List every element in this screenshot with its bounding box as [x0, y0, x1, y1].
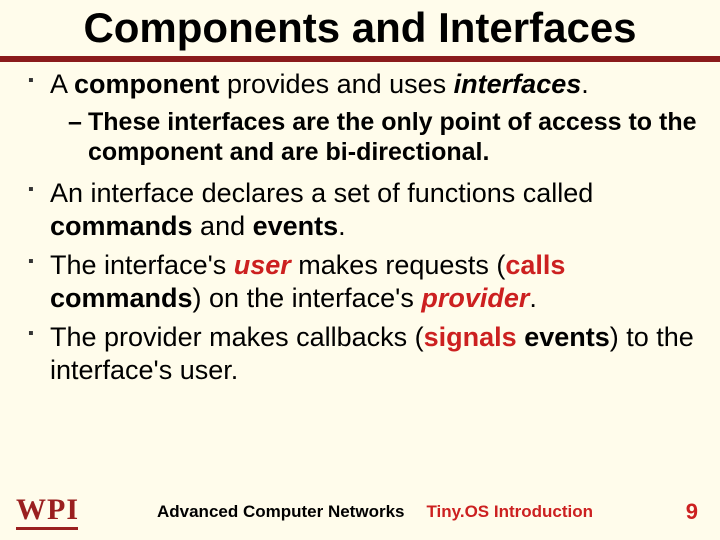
text: .: [338, 211, 346, 241]
text: The provider makes callbacks (: [50, 322, 424, 352]
kw-events: events: [253, 211, 339, 241]
text: ) on the interface's: [193, 283, 422, 313]
slide-title: Components and Interfaces: [0, 4, 720, 54]
sub-bullet-1: These interfaces are the only point of a…: [68, 107, 698, 167]
logo-p: P: [47, 495, 65, 525]
text: The interface's: [50, 250, 234, 280]
slide-body: A component provides and uses interfaces…: [0, 68, 720, 387]
text: .: [581, 69, 589, 99]
bullet-4: The provider makes callbacks (signals ev…: [22, 321, 698, 387]
bullet-1: A component provides and uses interfaces…: [22, 68, 698, 167]
text: A: [50, 69, 74, 99]
kw-commands-2: commands: [50, 283, 193, 313]
kw-events-2: events: [524, 322, 610, 352]
text: provides and uses: [220, 69, 454, 99]
logo-w: W: [16, 495, 46, 525]
footer-text-2: Tiny.OS Introduction: [426, 502, 593, 522]
footer-text-1: Advanced Computer Networks: [157, 502, 405, 522]
sub-list: These interfaces are the only point of a…: [50, 107, 698, 167]
slide: Components and Interfaces A component pr…: [0, 0, 720, 540]
wpi-logo: WPI: [16, 495, 78, 530]
kw-signals: signals: [424, 322, 517, 352]
bullet-list: A component provides and uses interfaces…: [22, 68, 698, 387]
footer: WPI Advanced Computer Networks Tiny.OS I…: [0, 492, 720, 532]
logo-i: I: [66, 495, 78, 525]
kw-interfaces: interfaces: [454, 69, 582, 99]
bullet-2: An interface declares a set of functions…: [22, 177, 698, 243]
kw-calls: calls: [505, 250, 565, 280]
text: and: [193, 211, 253, 241]
bullet-3: The interface's user makes requests (cal…: [22, 249, 698, 315]
footer-center: Advanced Computer Networks Tiny.OS Intro…: [78, 502, 672, 522]
kw-provider: provider: [421, 283, 529, 313]
text: .: [529, 283, 537, 313]
kw-user: user: [234, 250, 291, 280]
kw-commands: commands: [50, 211, 193, 241]
kw-component: component: [74, 69, 220, 99]
title-bar: Components and Interfaces: [0, 0, 720, 62]
page-number: 9: [672, 499, 698, 525]
text: An interface declares a set of functions…: [50, 178, 593, 208]
text: makes requests (: [291, 250, 506, 280]
